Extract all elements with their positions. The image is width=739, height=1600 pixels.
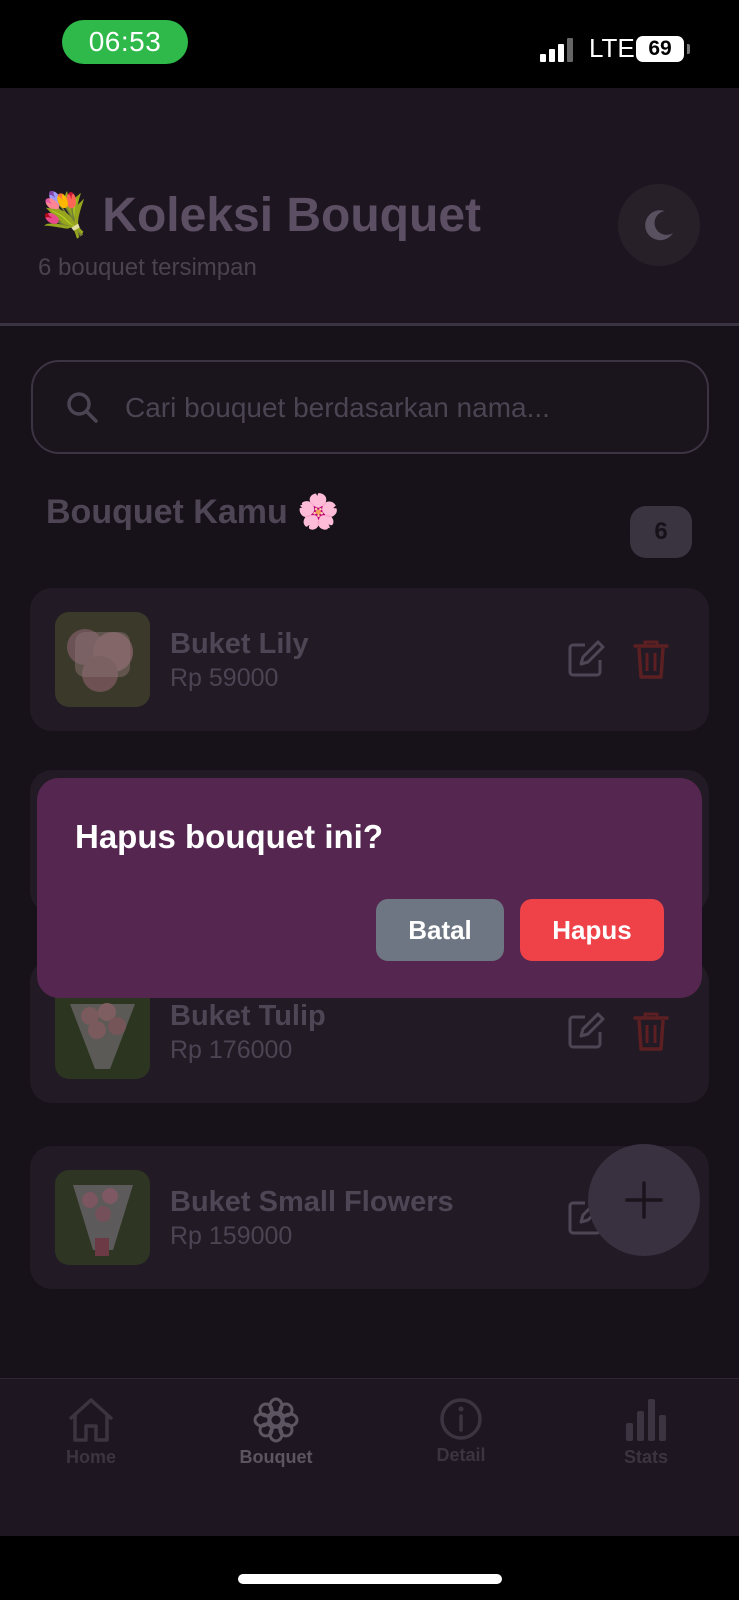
battery-icon: 69 [636, 36, 690, 62]
tab-detail[interactable]: Detail [401, 1397, 521, 1466]
bar-chart-icon [626, 1399, 666, 1441]
bouquet-name: Buket Lily [170, 628, 309, 660]
tab-home[interactable]: Home [31, 1397, 151, 1468]
bouquet-thumbnail [55, 984, 150, 1079]
search-icon [67, 392, 98, 423]
bouquet-emoji: 💐 [38, 191, 91, 238]
page-subtitle: 6 bouquet tersimpan [38, 254, 257, 281]
search-bar[interactable] [31, 360, 709, 454]
bouquet-price: Rp 59000 [170, 664, 279, 692]
page-title-text: Koleksi Bouquet [102, 189, 481, 242]
search-input[interactable] [125, 384, 685, 432]
network-label: LTE [589, 33, 635, 63]
info-icon [440, 1398, 482, 1440]
page-title: 💐 Koleksi Bouquet [38, 188, 481, 243]
header: 💐 Koleksi Bouquet 6 bouquet tersimpan [0, 88, 739, 326]
trash-icon[interactable] [633, 1010, 669, 1052]
bouquet-price: Rp 159000 [170, 1222, 293, 1250]
tab-home-label: Home [65, 1447, 116, 1467]
signal-icon [540, 38, 573, 62]
dialog-title: Hapus bouquet ini? [75, 818, 383, 855]
bouquet-name: Buket Small Flowers [170, 1186, 454, 1218]
section-title: Bouquet Kamu 🌸 [46, 493, 340, 531]
home-indicator[interactable] [238, 1574, 502, 1584]
edit-icon[interactable] [567, 640, 605, 678]
trash-icon[interactable] [633, 638, 669, 680]
tab-bouquet-label: Bouquet [239, 1447, 313, 1467]
bouquet-price: Rp 176000 [170, 1036, 293, 1064]
status-bar: 06:53 LTE 69 [0, 0, 739, 88]
edit-icon[interactable] [567, 1012, 605, 1050]
tab-detail-label: Detail [436, 1445, 486, 1465]
add-bouquet-button[interactable] [588, 1144, 700, 1256]
delete-confirm-dialog: Hapus bouquet ini? Batal Hapus [37, 778, 702, 998]
bottom-tab-bar: Home Bouquet Detail Stats [0, 1378, 739, 1536]
flower-icon [253, 1397, 299, 1443]
moon-icon [645, 210, 673, 241]
app-screen: 💐 Koleksi Bouquet 6 bouquet tersimpan Bo… [0, 88, 739, 1536]
tab-bouquet[interactable]: Bouquet [216, 1397, 336, 1468]
theme-toggle-button[interactable] [618, 184, 700, 266]
bouquet-thumbnail [55, 612, 150, 707]
tab-stats[interactable]: Stats [586, 1397, 706, 1468]
home-icon [68, 1398, 114, 1442]
bouquet-card[interactable]: Buket Lily Rp 59000 [30, 588, 709, 731]
delete-button[interactable]: Hapus [520, 899, 664, 961]
count-badge: 6 [630, 506, 692, 558]
plus-icon [625, 1181, 663, 1219]
bouquet-name: Buket Tulip [170, 1000, 326, 1032]
bouquet-thumbnail [55, 1170, 150, 1265]
tab-stats-label: Stats [623, 1447, 668, 1467]
status-time: 06:53 [62, 20, 188, 64]
cancel-button[interactable]: Batal [376, 899, 504, 961]
